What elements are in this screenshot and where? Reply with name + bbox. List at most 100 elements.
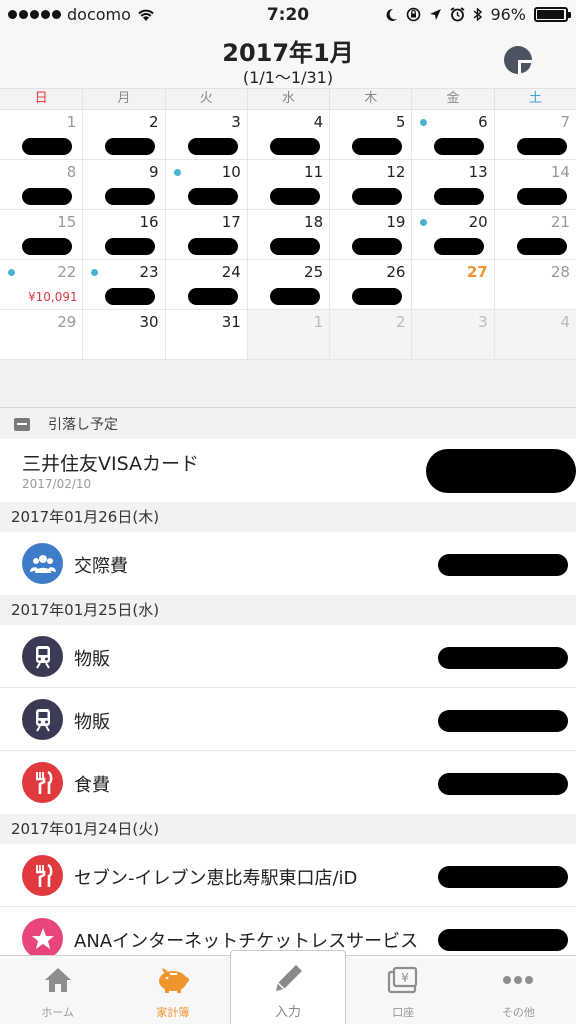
day-number: 9 <box>149 163 159 181</box>
redacted-amount <box>22 138 72 155</box>
transaction-row[interactable]: 交際費 <box>0 532 576 595</box>
calendar-day[interactable]: 3 <box>164 110 247 159</box>
transaction-row[interactable]: セブン-イレブン恵比寿駅東口店/iD <box>0 844 576 907</box>
calendar-day[interactable]: 21 <box>493 210 576 259</box>
redacted-amount <box>269 288 320 305</box>
calendar-day[interactable]: 4 <box>246 110 330 159</box>
day-number: 19 <box>386 213 406 231</box>
calendar-day[interactable]: 8 <box>0 160 83 209</box>
calendar-day[interactable]: 20 <box>411 210 494 259</box>
day-number: 31 <box>221 313 241 331</box>
calendar-day[interactable]: 18 <box>246 210 330 259</box>
day-number: 2 <box>395 313 406 331</box>
calendar-day[interactable]: 5 <box>329 110 412 159</box>
day-number: 16 <box>139 213 159 231</box>
redacted-amount <box>438 773 568 795</box>
calendar-day[interactable]: 15 <box>0 210 83 259</box>
day-number: 11 <box>304 163 324 181</box>
redacted-amount <box>105 288 156 305</box>
home-icon <box>44 968 71 992</box>
redacted-amount <box>187 138 238 155</box>
day-number: 8 <box>66 163 77 181</box>
redacted-amount <box>434 238 485 255</box>
calendar-day[interactable]: 17 <box>164 210 247 259</box>
redacted-amount <box>187 238 238 255</box>
tab-kakeibo[interactable]: 家計簿 <box>115 956 230 1024</box>
redacted-amount <box>352 288 403 305</box>
calendar-day[interactable]: 16 <box>82 210 165 259</box>
calendar-day[interactable]: 30 <box>82 310 165 359</box>
calendar-day[interactable]: 26 <box>329 260 412 309</box>
calendar-day[interactable]: 13 <box>411 160 494 209</box>
transaction-row[interactable]: 物販 <box>0 625 576 688</box>
calendar-day[interactable]: 19 <box>329 210 412 259</box>
calendar-day[interactable]: 4 <box>493 310 576 359</box>
day-number: 29 <box>57 313 77 331</box>
transaction-row[interactable]: 食費 <box>0 751 576 814</box>
event-dot <box>420 119 428 126</box>
redacted-amount <box>187 188 238 205</box>
battery-icon <box>534 7 571 22</box>
weekday-label: 日 <box>34 91 48 106</box>
redacted-amount <box>352 138 403 155</box>
calendar-day[interactable]: 1 <box>0 110 83 159</box>
star-icon <box>22 918 63 959</box>
day-number: 28 <box>550 263 570 281</box>
day-number: 24 <box>221 263 241 281</box>
tab-input[interactable]: 入力 <box>230 950 346 1024</box>
redacted-amount <box>105 188 156 205</box>
calendar-day[interactable]: 27 <box>411 260 494 309</box>
calendar-day[interactable]: 29 <box>0 310 83 359</box>
bank-card-icon <box>14 417 30 431</box>
calendar-day[interactable]: 7 <box>493 110 576 159</box>
calendar-day[interactable]: 25 <box>246 260 330 309</box>
calendar-day[interactable]: 14 <box>493 160 576 209</box>
calendar-week: 29 30 31 1 2 3 4 <box>0 310 576 360</box>
transaction-row[interactable]: 物販 <box>0 688 576 751</box>
calendar-day[interactable]: 9 <box>82 160 165 209</box>
calendar-week: 22 ¥10,091 23 24 25 26 27 28 <box>0 260 576 310</box>
calendar-day[interactable]: 1 <box>246 310 330 359</box>
calendar-day[interactable]: 31 <box>164 310 247 359</box>
day-number: 1 <box>313 313 324 331</box>
bluetooth-icon <box>473 7 483 22</box>
calendar-day[interactable]: 24 <box>164 260 247 309</box>
transaction-name: セブン-イレブン恵比寿駅東口店/iD <box>74 868 358 889</box>
redacted-amount <box>438 929 568 951</box>
pencil-icon <box>275 965 302 991</box>
calendar-day[interactable]: 28 <box>493 260 576 309</box>
calendar-day[interactable]: 3 <box>411 310 494 359</box>
day-number: 14 <box>550 163 570 181</box>
day-number: 21 <box>550 213 570 231</box>
tab-home[interactable]: ホーム <box>0 956 115 1024</box>
location-icon <box>430 9 442 20</box>
tab-other[interactable]: その他 <box>461 956 576 1024</box>
day-number: 13 <box>468 163 488 181</box>
calendar-day[interactable]: 6 <box>411 110 494 159</box>
people-icon <box>22 543 63 584</box>
day-number: 10 <box>221 163 241 181</box>
calendar-day[interactable]: 11 <box>246 160 330 209</box>
redacted-amount <box>438 647 568 669</box>
calendar-day[interactable]: 2 <box>329 310 412 359</box>
event-dot <box>8 269 15 276</box>
redacted-amount <box>352 238 403 255</box>
redacted-amount <box>269 188 320 205</box>
weekday-label: 火 <box>164 89 247 109</box>
month-title[interactable]: 2017年1月 <box>0 33 576 68</box>
transaction-name: 食費 <box>74 775 110 796</box>
day-number: 25 <box>304 263 324 281</box>
tab-label: 家計簿 <box>156 1006 190 1019</box>
day-number: 30 <box>139 313 159 331</box>
calendar-day[interactable]: 22 ¥10,091 <box>0 260 83 309</box>
calendar-week: 1 2 3 4 5 6 7 <box>0 110 576 160</box>
event-dot <box>173 169 181 176</box>
calendar-day[interactable]: 10 <box>164 160 247 209</box>
withdrawal-section: 引落し予定 三井住友VISAカード 2017/02/10 <box>0 409 576 502</box>
withdrawal-row[interactable]: 三井住友VISAカード 2017/02/10 <box>0 439 576 502</box>
calendar-day[interactable]: 12 <box>329 160 412 209</box>
calendar-day[interactable]: 23 <box>82 260 165 309</box>
tab-account[interactable]: ¥ 口座 <box>346 956 461 1024</box>
calendar-day[interactable]: 2 <box>82 110 165 159</box>
pie-chart-icon[interactable] <box>502 44 534 76</box>
